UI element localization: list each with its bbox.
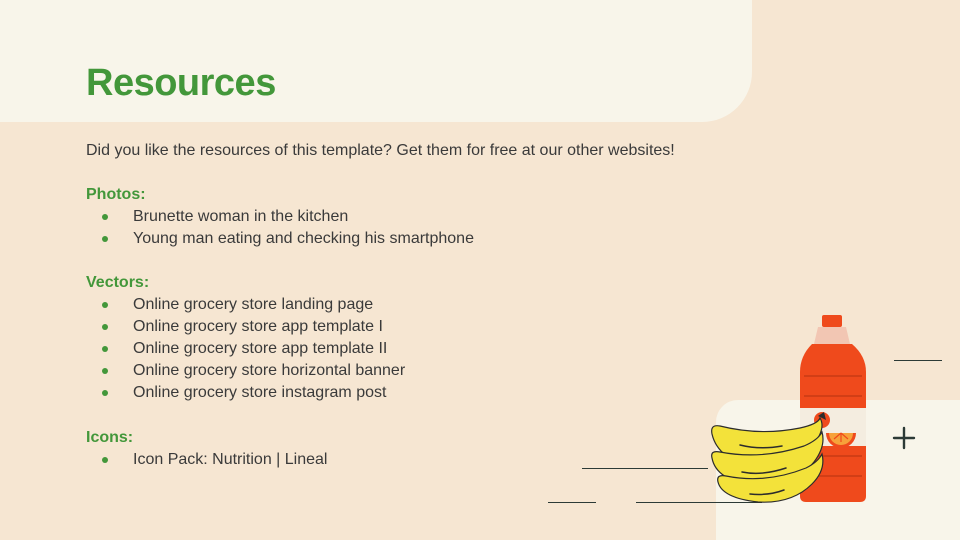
list-item[interactable]: Online grocery store instagram post: [86, 382, 405, 404]
list-item[interactable]: Online grocery store app template I: [86, 316, 405, 338]
list-item[interactable]: Online grocery store horizontal banner: [86, 360, 405, 382]
intro-text: Did you like the resources of this templ…: [86, 142, 675, 159]
list-item-link[interactable]: Online grocery store instagram post: [133, 384, 386, 401]
decorative-line: [894, 360, 942, 361]
slide: Resources Did you like the resources of …: [0, 0, 960, 540]
list-item-link[interactable]: Young man eating and checking his smartp…: [133, 230, 474, 247]
grocery-illustration: [711, 315, 866, 503]
list-item[interactable]: Young man eating and checking his smartp…: [86, 228, 474, 250]
section-label-icons: Icons:: [86, 429, 134, 446]
bullet-icon: [102, 214, 108, 220]
photos-list: Brunette woman in the kitchen Young man …: [86, 206, 474, 250]
section-icons: Icons: Icon Pack: Nutrition | Lineal: [86, 427, 327, 471]
section-label-photos: Photos:: [86, 186, 146, 203]
bullet-icon: [102, 457, 108, 463]
vectors-list: Online grocery store landing page Online…: [86, 294, 405, 404]
decorative-line: [582, 468, 708, 469]
plus-icon: [892, 426, 916, 450]
slide-title: Resources: [86, 62, 276, 104]
decorative-line: [548, 502, 596, 503]
bullet-icon: [102, 302, 108, 308]
list-item[interactable]: Online grocery store landing page: [86, 294, 405, 316]
list-item[interactable]: Icon Pack: Nutrition | Lineal: [86, 449, 327, 471]
bullet-icon: [102, 390, 108, 396]
list-item-link[interactable]: Brunette woman in the kitchen: [133, 208, 348, 225]
list-item-link[interactable]: Online grocery store app template I: [133, 318, 383, 335]
icons-list: Icon Pack: Nutrition | Lineal: [86, 449, 327, 471]
bullet-icon: [102, 324, 108, 330]
list-item[interactable]: Brunette woman in the kitchen: [86, 206, 474, 228]
list-item-link[interactable]: Online grocery store app template II: [133, 340, 387, 357]
list-item-link[interactable]: Online grocery store landing page: [133, 296, 373, 313]
bullet-icon: [102, 236, 108, 242]
bullet-icon: [102, 368, 108, 374]
list-item-link[interactable]: Online grocery store horizontal banner: [133, 362, 405, 379]
section-photos: Photos: Brunette woman in the kitchen Yo…: [86, 184, 474, 250]
section-vectors: Vectors: Online grocery store landing pa…: [86, 272, 405, 404]
list-item-link[interactable]: Icon Pack: Nutrition | Lineal: [133, 451, 327, 468]
bullet-icon: [102, 346, 108, 352]
section-label-vectors: Vectors:: [86, 274, 150, 291]
list-item[interactable]: Online grocery store app template II: [86, 338, 405, 360]
